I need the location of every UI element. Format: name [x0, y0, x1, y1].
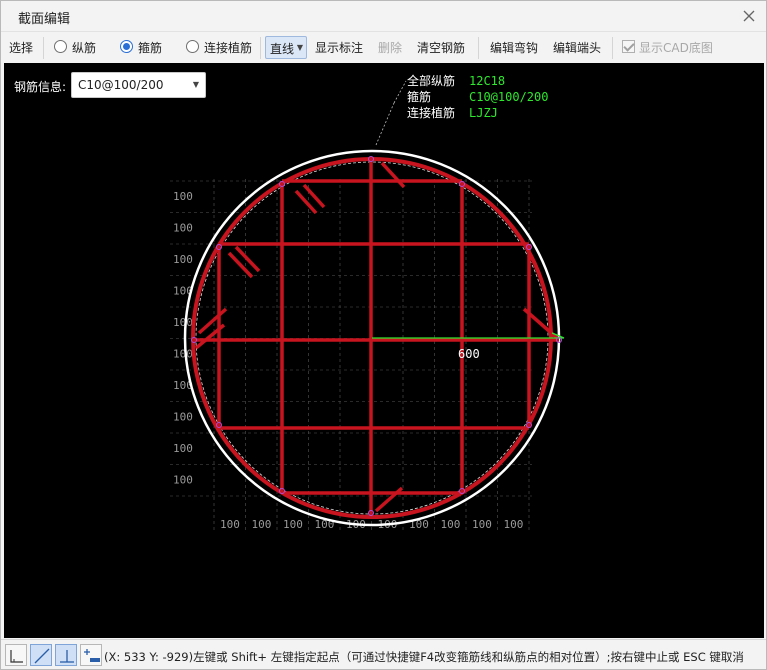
- perpendicular-icon: [60, 650, 74, 663]
- toolbar-divider: [43, 37, 44, 59]
- draw-mode-label: 直线: [270, 42, 295, 56]
- dimension-label: 100: [173, 474, 193, 487]
- dimension-label: 100: [173, 411, 193, 424]
- toolbar-divider: [260, 37, 261, 59]
- dimension-label: 100: [173, 348, 193, 361]
- stirrup-hook: [380, 161, 406, 189]
- connect-radio[interactable]: [186, 40, 199, 53]
- chevron-down-icon: ▼: [296, 43, 303, 52]
- dimension-label: 100: [441, 518, 461, 531]
- diagonal-line-icon: [34, 648, 50, 664]
- perpendicular-snap-button[interactable]: [55, 644, 77, 666]
- window-title: 截面编辑: [18, 12, 71, 27]
- toolbar-divider: [612, 37, 613, 59]
- radius-dimension-label: 600: [458, 347, 480, 361]
- legend-key: 连接植筋: [407, 105, 455, 120]
- rebar-info-select[interactable]: C10@100/200 ▼: [71, 72, 206, 98]
- draw-mode-dropdown[interactable]: 直线 ▼: [265, 36, 307, 59]
- leader-line: [393, 80, 407, 104]
- edit-hook-button[interactable]: 编辑弯钩: [490, 39, 538, 56]
- show-cad-checkbox[interactable]: [622, 40, 635, 53]
- line-snap-button[interactable]: [30, 644, 52, 666]
- section-edit-window: 截面编辑 选择 纵筋 箍筋 连接植筋 直线 ▼ 显示标注 删除 清空钢筋 编辑弯…: [0, 0, 767, 670]
- dimension-label: 100: [173, 190, 193, 203]
- legend-value: C10@100/200: [469, 90, 548, 104]
- connect-radio-label[interactable]: 连接植筋: [204, 39, 252, 56]
- leader-line: [375, 102, 395, 146]
- dimension-label: 100: [173, 222, 193, 235]
- delete-button[interactable]: 删除: [378, 39, 402, 56]
- clear-rebar-button[interactable]: 清空钢筋: [417, 39, 465, 56]
- dimension-label: 100: [173, 316, 193, 329]
- rebar-info-value: C10@100/200: [78, 78, 164, 92]
- show-cad-label[interactable]: 显示CAD底图: [639, 39, 713, 56]
- status-bar: (X: 533 Y: -929)左键或 Shift+ 左键指定起点（可通过快捷键…: [1, 639, 766, 669]
- rebar-info-label: 钢筋信息:: [14, 80, 67, 94]
- dimension-label: 100: [252, 518, 272, 531]
- dimension-label: 100: [220, 518, 240, 531]
- legend-key: 全部纵筋: [407, 73, 455, 88]
- dimension-label: 100: [283, 518, 303, 531]
- status-message: (X: 533 Y: -929)左键或 Shift+ 左键指定起点（可通过快捷键…: [104, 650, 744, 664]
- chevron-down-icon: ▼: [192, 80, 199, 89]
- select-button[interactable]: 选择: [9, 39, 33, 56]
- dimension-label: 100: [504, 518, 524, 531]
- longitudinal-radio-label[interactable]: 纵筋: [72, 39, 96, 56]
- toolbar-divider: [478, 37, 479, 59]
- dimension-label: 100: [173, 253, 193, 266]
- plus-bar-icon: [84, 649, 100, 662]
- drawing-canvas[interactable]: 100 100 100 100 100 100 100 100 100 100 100 100 100 1…: [4, 63, 764, 638]
- stirrup-hook: [197, 307, 228, 335]
- legend-value: 12C18: [469, 74, 505, 88]
- stirrup-hook: [234, 245, 261, 273]
- show-annotation-button[interactable]: 显示标注: [315, 39, 363, 56]
- dimension-label: 100: [472, 518, 492, 531]
- close-icon[interactable]: [740, 7, 758, 25]
- stirrup-radio-label[interactable]: 箍筋: [138, 39, 162, 56]
- stirrup-radio[interactable]: [120, 40, 133, 53]
- dimension-label: 100: [173, 442, 193, 455]
- corner-snap-icon: [10, 650, 23, 663]
- section-drawing[interactable]: 100 100 100 100 100 100 100 100 100 100 100 100 100 1…: [4, 63, 764, 638]
- edit-end-button[interactable]: 编辑端头: [553, 39, 601, 56]
- longitudinal-radio[interactable]: [54, 40, 67, 53]
- legend-key: 箍筋: [407, 89, 431, 104]
- add-snap-button[interactable]: [80, 644, 102, 666]
- toolbar: 选择 纵筋 箍筋 连接植筋 直线 ▼ 显示标注 删除 清空钢筋 编辑弯钩 编辑端…: [1, 31, 766, 63]
- ortho-snap-button[interactable]: [5, 644, 27, 666]
- stirrup-hook: [227, 251, 254, 279]
- legend-value: LJZJ: [469, 106, 498, 120]
- title-bar: 截面编辑: [1, 1, 766, 31]
